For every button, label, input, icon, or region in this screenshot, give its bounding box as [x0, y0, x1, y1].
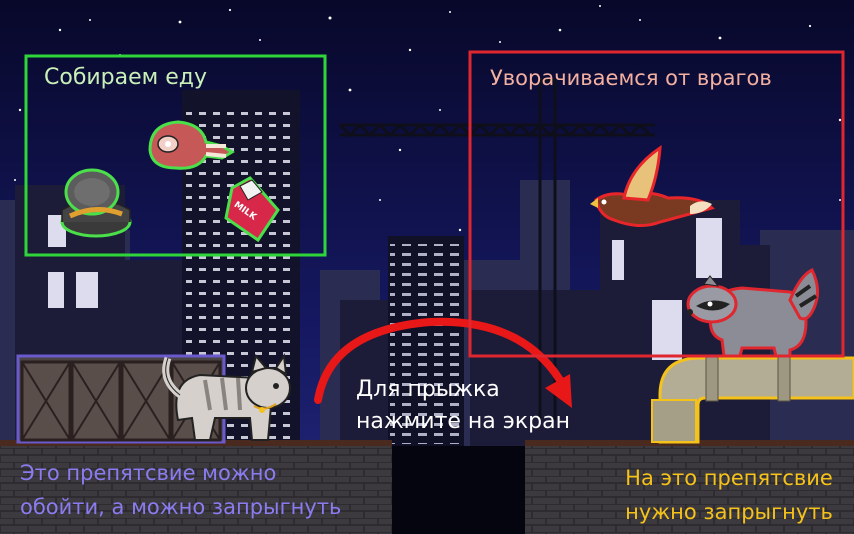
game-screen[interactable]: MILK Собираем еду Уворачиваемся от враго…: [0, 0, 854, 534]
jump-instruction-line2: нажмите на экран: [356, 409, 570, 434]
pipe-caption-line1: На это препятсвие: [625, 466, 833, 490]
jump-instruction-line1: Для прыжка: [356, 377, 500, 402]
collect-food-label: Собираем еду: [44, 65, 208, 90]
avoid-enemies-label: Уворачиваемся от врагов: [490, 66, 772, 90]
crate-obstacle-caption: Это препятсвие можно обойти, а можно зап…: [20, 456, 400, 524]
crate-caption-line1: Это препятсвие можно: [20, 461, 277, 485]
crate-caption-line2: обойти, а можно запрыгнуть: [20, 495, 342, 519]
gap-pit: [392, 446, 525, 534]
pipe-obstacle-caption: На это препятсвие нужно запрыгнуть: [604, 461, 854, 529]
jump-instruction: Для прыжка нажмите на экран: [356, 374, 606, 438]
pipe-caption-line2: нужно запрыгнуть: [625, 500, 833, 524]
